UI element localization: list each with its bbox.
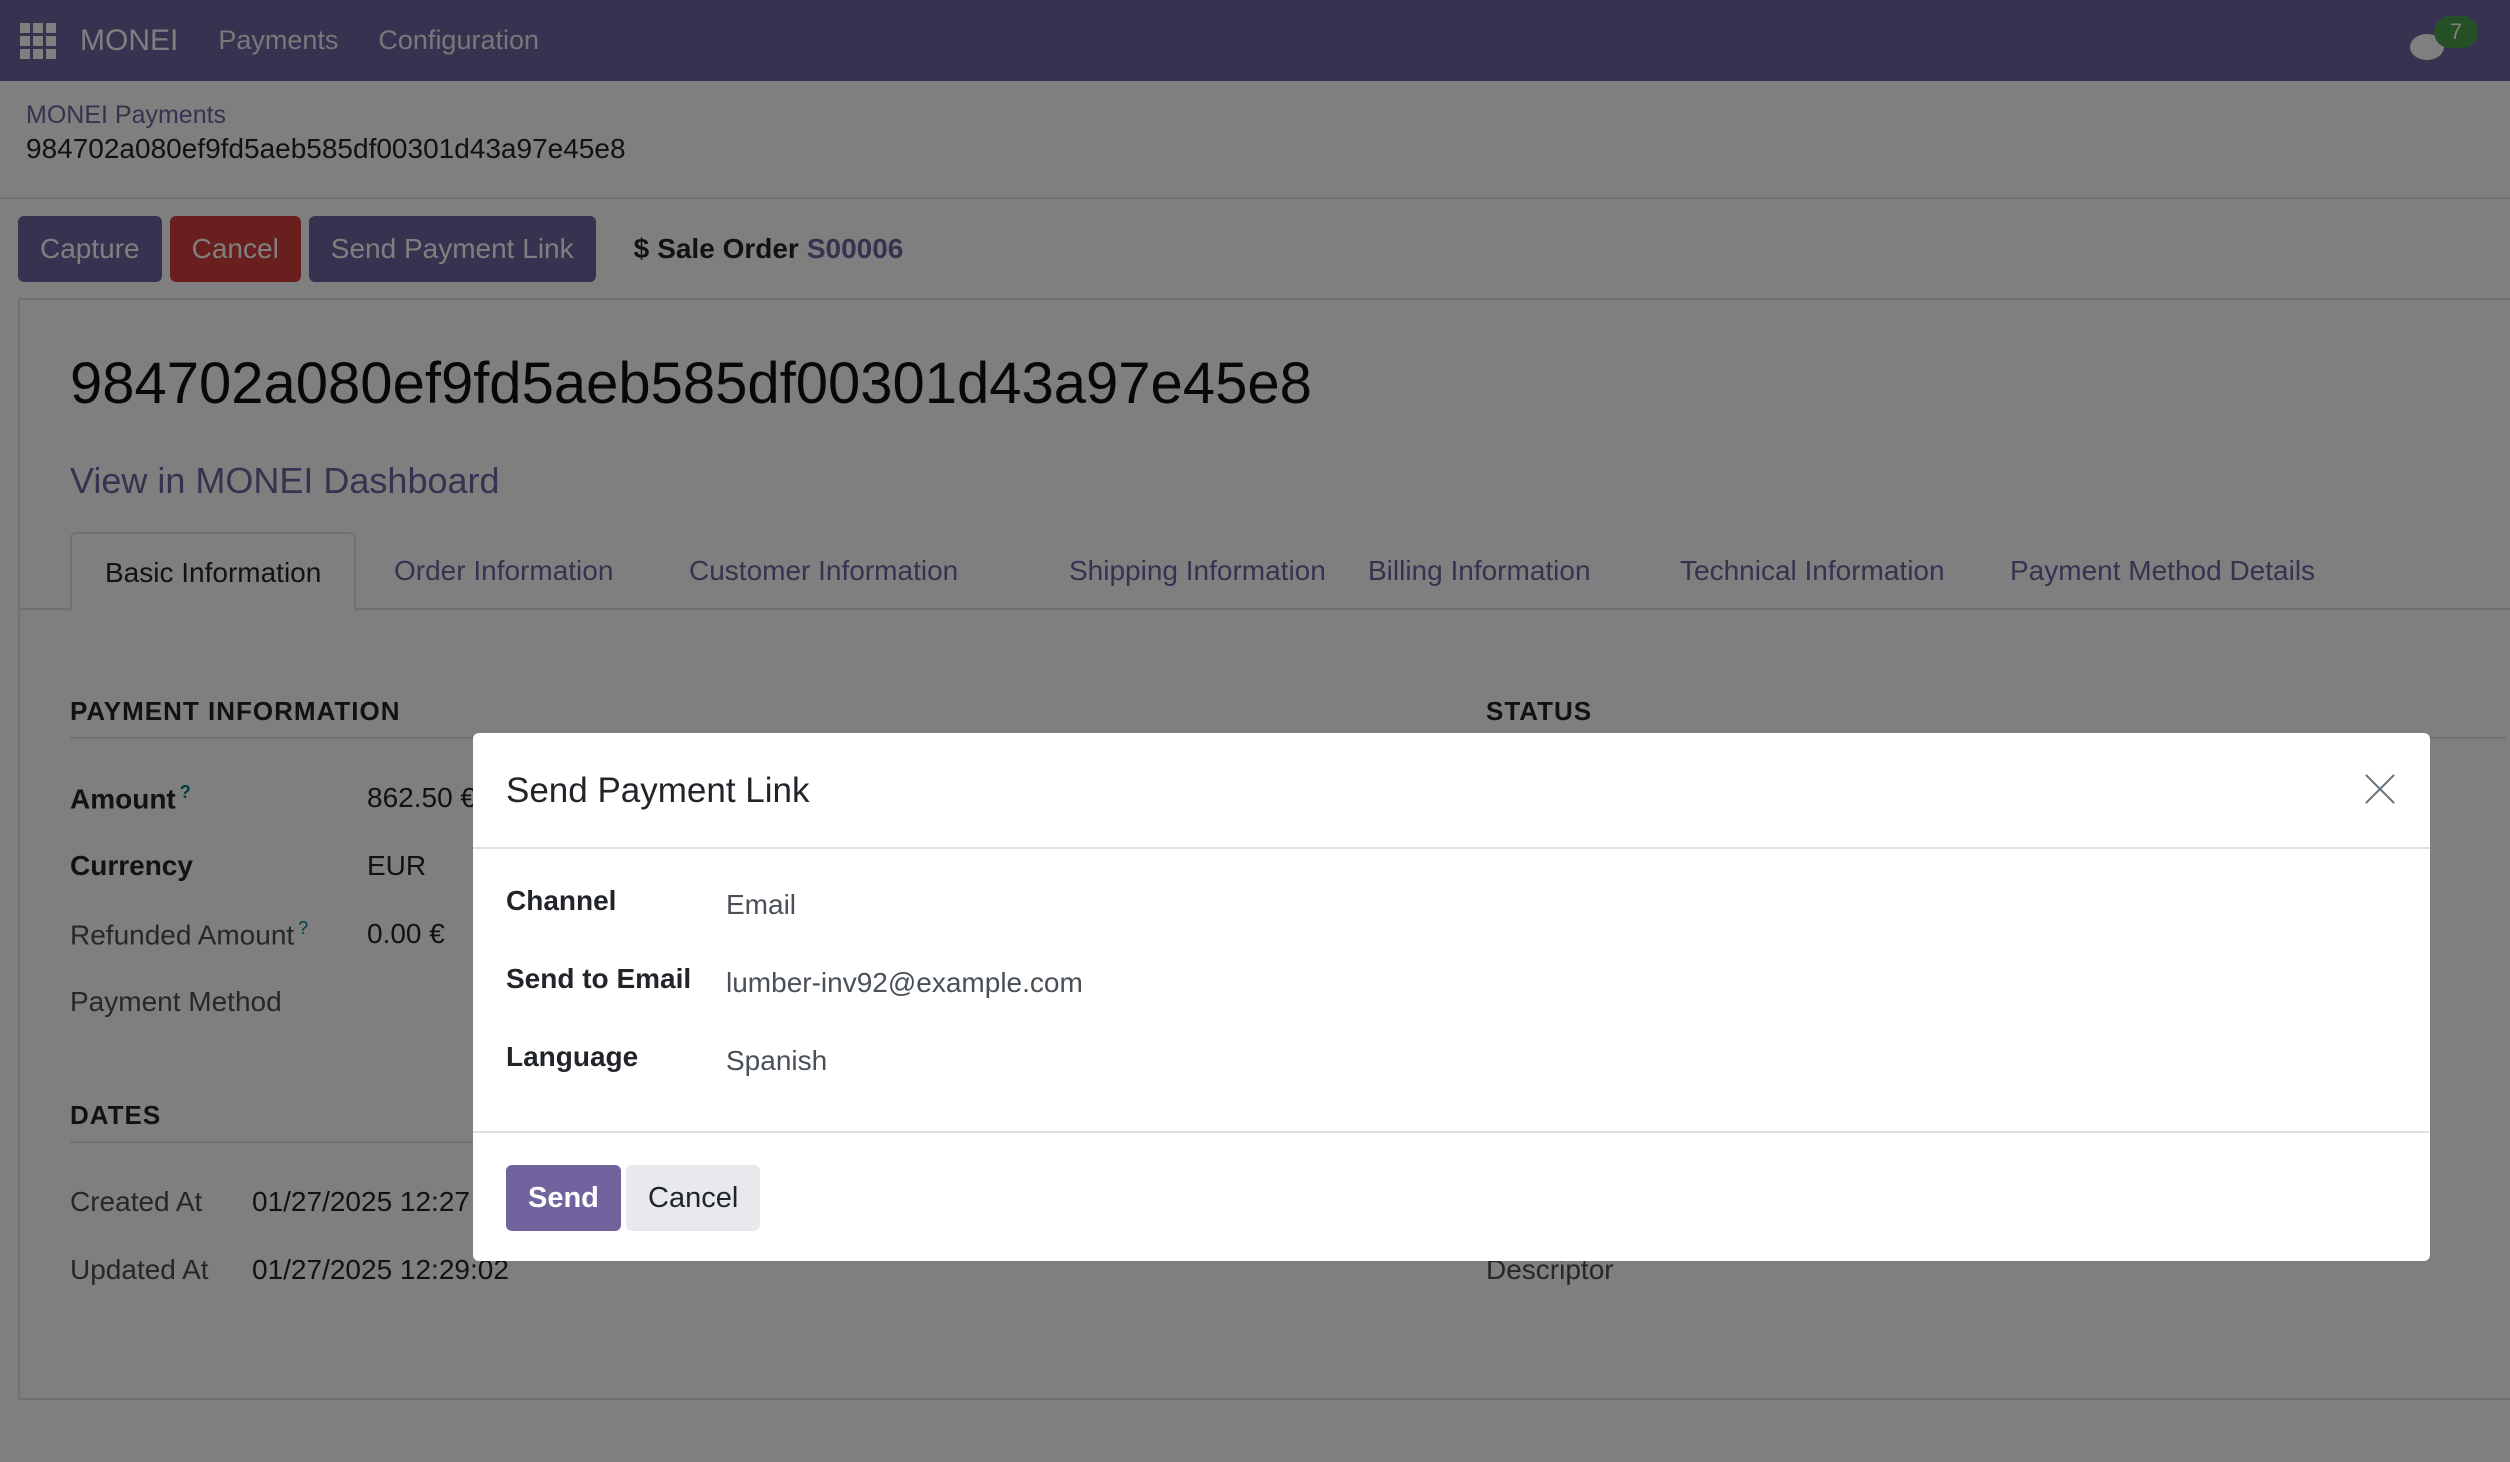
send-to-email-field[interactable]: lumber-inv92@example.com — [726, 967, 1083, 999]
dialog-cancel-button[interactable]: Cancel — [626, 1165, 761, 1231]
send-payment-link-dialog: Send Payment Link Channel Email Send to … — [473, 733, 2430, 1261]
dialog-title: Send Payment Link — [506, 771, 810, 810]
send-button[interactable]: Send — [506, 1165, 621, 1231]
dialog-footer: Send Cancel — [473, 1133, 2430, 1259]
channel-field[interactable]: Email — [726, 889, 796, 921]
language-label: Language — [506, 1041, 639, 1072]
close-icon[interactable] — [2360, 769, 2400, 809]
send-to-email-label: Send to Email — [506, 963, 692, 994]
dialog-body: Channel Email Send to Email lumber-inv92… — [473, 849, 2430, 1133]
language-field[interactable]: Spanish — [726, 1045, 827, 1077]
channel-label: Channel — [506, 885, 617, 916]
dialog-header: Send Payment Link — [473, 733, 2430, 849]
